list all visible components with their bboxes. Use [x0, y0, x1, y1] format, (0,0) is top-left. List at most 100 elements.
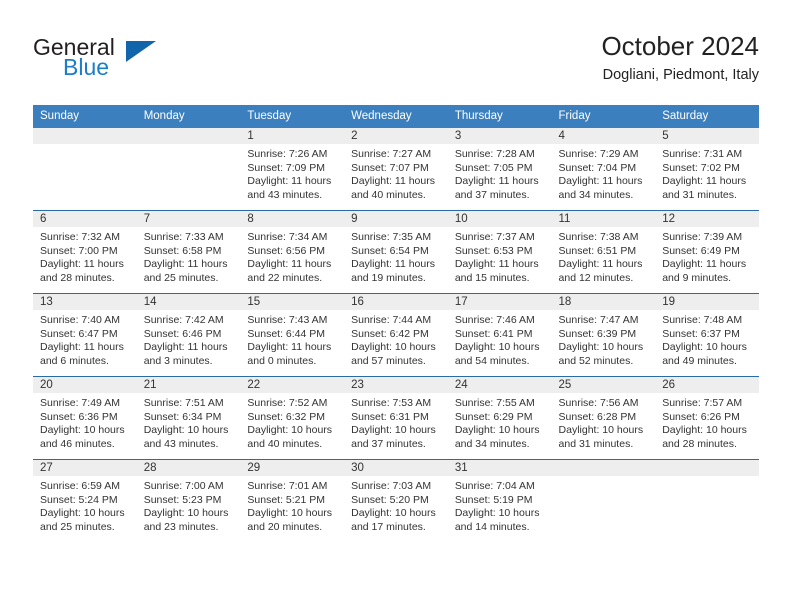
calendar-day-cell[interactable]: 11 Sunrise: 7:38 AM Sunset: 6:51 PM Dayligh…	[551, 210, 656, 294]
daylight-text: Daylight: 11 hours and 34 minutes.	[558, 175, 643, 201]
sunset-text: Sunset: 6:37 PM	[662, 327, 740, 340]
calendar-day-cell[interactable]: 21 Sunrise: 7:51 AM Sunset: 6:34 PM Dayligh…	[136, 376, 241, 460]
day-number: 3	[447, 128, 552, 144]
calendar-day-cell[interactable]: 13 Sunrise: 7:40 AM Sunset: 6:47 PM Dayligh…	[33, 293, 137, 377]
sunset-text: Sunset: 6:56 PM	[247, 244, 326, 257]
calendar-day-cell[interactable]: 19 Sunrise: 7:48 AM Sunset: 6:37 PM Dayligh…	[655, 293, 759, 377]
daylight-text: Daylight: 11 hours and 3 minutes.	[143, 341, 228, 367]
day-details: Sunrise: 7:01 AM Sunset: 5:21 PM Daylight:…	[240, 476, 344, 534]
calendar-day-cell[interactable]: 27 Sunrise: 6:59 AM Sunset: 5:24 PM Dayligh…	[33, 459, 137, 542]
day-number: 27	[33, 460, 137, 476]
day-details: Sunrise: 7:27 AM Sunset: 7:07 PM Daylight:…	[344, 144, 448, 202]
sunset-text: Sunset: 6:47 PM	[40, 327, 118, 340]
sunrise-text: Sunrise: 7:01 AM	[247, 480, 328, 492]
page-header: General Blue October 2024 Dogliani, Pied…	[33, 30, 759, 92]
sunset-text: Sunset: 5:24 PM	[40, 493, 118, 506]
sunrise-text: Sunrise: 7:04 AM	[454, 480, 535, 492]
day-number: 19	[655, 294, 759, 310]
calendar-day-cell[interactable]: 10 Sunrise: 7:37 AM Sunset: 6:53 PM Dayligh…	[447, 210, 552, 294]
day-number: 8	[240, 211, 345, 227]
day-details: Sunrise: 7:47 AM Sunset: 6:39 PM Daylight:…	[552, 310, 656, 368]
day-number: 13	[33, 294, 137, 310]
calendar-day-cell[interactable]: 28 Sunrise: 7:00 AM Sunset: 5:23 PM Dayligh…	[136, 459, 241, 542]
daylight-text: Daylight: 11 hours and 0 minutes.	[247, 341, 332, 367]
sunset-text: Sunset: 6:58 PM	[143, 244, 222, 257]
day-number: 7	[136, 211, 241, 227]
day-number: 1	[240, 128, 345, 144]
calendar-week-row: 6 Sunrise: 7:32 AM Sunset: 7:00 PM Daylight…	[33, 210, 759, 294]
day-details: Sunrise: 7:56 AM Sunset: 6:28 PM Daylight:…	[552, 393, 656, 451]
calendar-day-cell[interactable]: 25 Sunrise: 7:56 AM Sunset: 6:28 PM Dayligh…	[551, 376, 656, 460]
sunset-text: Sunset: 7:04 PM	[558, 161, 637, 174]
daylight-text: Daylight: 11 hours and 19 minutes.	[351, 258, 435, 284]
sunset-text: Sunset: 7:02 PM	[662, 161, 740, 174]
calendar-day-cell[interactable]: 26 Sunrise: 7:57 AM Sunset: 6:26 PM Dayligh…	[655, 376, 759, 460]
daylight-text: Daylight: 10 hours and 20 minutes.	[247, 507, 333, 533]
sunrise-text: Sunrise: 7:33 AM	[143, 231, 224, 243]
calendar-day-cell[interactable]: 16 Sunrise: 7:44 AM Sunset: 6:42 PM Dayligh…	[344, 293, 448, 377]
sunrise-text: Sunrise: 7:47 AM	[558, 314, 639, 326]
daylight-text: Daylight: 10 hours and 40 minutes.	[247, 424, 333, 450]
day-number: 29	[240, 460, 345, 476]
calendar-day-cell[interactable]: 18 Sunrise: 7:47 AM Sunset: 6:39 PM Dayligh…	[551, 293, 656, 377]
day-number: 20	[33, 377, 137, 393]
sunrise-text: Sunrise: 7:43 AM	[247, 314, 328, 326]
day-number: 31	[447, 460, 552, 476]
triangle-icon	[126, 41, 156, 62]
calendar-day-cell[interactable]: 7 Sunrise: 7:33 AM Sunset: 6:58 PM Daylight…	[136, 210, 241, 294]
calendar-day-cell[interactable]: 30 Sunrise: 7:03 AM Sunset: 5:20 PM Dayligh…	[344, 459, 448, 542]
calendar-day-cell[interactable]: 12 Sunrise: 7:39 AM Sunset: 6:49 PM Dayligh…	[655, 210, 759, 294]
daylight-text: Daylight: 10 hours and 57 minutes.	[351, 341, 436, 367]
sunrise-text: Sunrise: 7:39 AM	[662, 231, 743, 243]
calendar-day-cell[interactable]: 4 Sunrise: 7:29 AM Sunset: 7:04 PM Daylight…	[551, 128, 656, 211]
day-details: Sunrise: 7:35 AM Sunset: 6:54 PM Daylight:…	[344, 227, 448, 285]
calendar-day-cell[interactable]: 9 Sunrise: 7:35 AM Sunset: 6:54 PM Daylight…	[344, 210, 448, 294]
day-number: 30	[344, 460, 448, 476]
calendar-table: Sunday Monday Tuesday Wednesday Thursday Frid…	[33, 105, 759, 542]
sunrise-text: Sunrise: 7:27 AM	[351, 148, 432, 160]
calendar-day-cell[interactable]: 6 Sunrise: 7:32 AM Sunset: 7:00 PM Daylight…	[33, 210, 137, 294]
calendar-day-cell[interactable]: 22 Sunrise: 7:52 AM Sunset: 6:32 PM Dayligh…	[240, 376, 345, 460]
day-number: 14	[136, 294, 241, 310]
calendar-day-cell[interactable]: 1 Sunrise: 7:26 AM Sunset: 7:09 PM Daylight…	[240, 128, 345, 211]
daylight-text: Daylight: 11 hours and 12 minutes.	[558, 258, 643, 284]
sunset-text: Sunset: 6:44 PM	[247, 327, 326, 340]
day-number: 23	[344, 377, 448, 393]
day-details: Sunrise: 7:32 AM Sunset: 7:00 PM Daylight:…	[33, 227, 137, 285]
sunset-text: Sunset: 6:36 PM	[40, 410, 118, 423]
sunrise-text: Sunrise: 7:28 AM	[454, 148, 535, 160]
day-details: Sunrise: 7:33 AM Sunset: 6:58 PM Daylight:…	[137, 227, 241, 285]
calendar-day-cell[interactable]: 3 Sunrise: 7:28 AM Sunset: 7:05 PM Daylight…	[447, 128, 552, 211]
calendar-week-row: 1 Sunrise: 7:26 AM Sunset: 7:09 PM Daylight…	[33, 128, 759, 211]
calendar-day-cell[interactable]: 20 Sunrise: 7:49 AM Sunset: 6:36 PM Dayligh…	[33, 376, 137, 460]
weekday-header-friday: Friday	[551, 105, 656, 128]
weekday-header-saturday: Saturday	[655, 105, 759, 128]
calendar-day-cell[interactable]: 31 Sunrise: 7:04 AM Sunset: 5:19 PM Dayligh…	[447, 459, 552, 542]
calendar-day-cell[interactable]: 5 Sunrise: 7:31 AM Sunset: 7:02 PM Daylight…	[655, 128, 759, 211]
weekday-header-tuesday: Tuesday	[240, 105, 345, 128]
calendar-day-cell[interactable]: 23 Sunrise: 7:53 AM Sunset: 6:31 PM Dayligh…	[344, 376, 448, 460]
general-blue-logo[interactable]: General Blue	[33, 34, 163, 86]
calendar-day-cell[interactable]: 17 Sunrise: 7:46 AM Sunset: 6:41 PM Dayligh…	[447, 293, 552, 377]
calendar-day-cell[interactable]: 2 Sunrise: 7:27 AM Sunset: 7:07 PM Daylight…	[344, 128, 448, 211]
day-number: 28	[136, 460, 241, 476]
sunset-text: Sunset: 6:32 PM	[247, 410, 326, 423]
sunrise-text: Sunrise: 7:49 AM	[40, 397, 120, 409]
weekday-header-monday: Monday	[136, 105, 241, 128]
calendar-day-cell[interactable]: 14 Sunrise: 7:42 AM Sunset: 6:46 PM Dayligh…	[136, 293, 241, 377]
calendar-day-cell[interactable]: 24 Sunrise: 7:55 AM Sunset: 6:29 PM Dayligh…	[447, 376, 552, 460]
day-details: Sunrise: 7:48 AM Sunset: 6:37 PM Daylight:…	[655, 310, 759, 368]
day-number	[136, 128, 241, 144]
day-details: Sunrise: 7:03 AM Sunset: 5:20 PM Daylight:…	[344, 476, 448, 534]
calendar-day-cell[interactable]: 15 Sunrise: 7:43 AM Sunset: 6:44 PM Dayligh…	[240, 293, 345, 377]
daylight-text: Daylight: 11 hours and 28 minutes.	[40, 258, 124, 284]
calendar-day-cell[interactable]: 29 Sunrise: 7:01 AM Sunset: 5:21 PM Dayligh…	[240, 459, 345, 542]
sunset-text: Sunset: 6:39 PM	[558, 327, 637, 340]
daylight-text: Daylight: 10 hours and 31 minutes.	[558, 424, 644, 450]
sunrise-text: Sunrise: 7:34 AM	[247, 231, 328, 243]
calendar-day-cell[interactable]: 8 Sunrise: 7:34 AM Sunset: 6:56 PM Daylight…	[240, 210, 345, 294]
sunrise-text: Sunrise: 7:38 AM	[558, 231, 639, 243]
daylight-text: Daylight: 11 hours and 37 minutes.	[454, 175, 539, 201]
daylight-text: Daylight: 10 hours and 43 minutes.	[143, 424, 229, 450]
daylight-text: Daylight: 11 hours and 25 minutes.	[143, 258, 228, 284]
